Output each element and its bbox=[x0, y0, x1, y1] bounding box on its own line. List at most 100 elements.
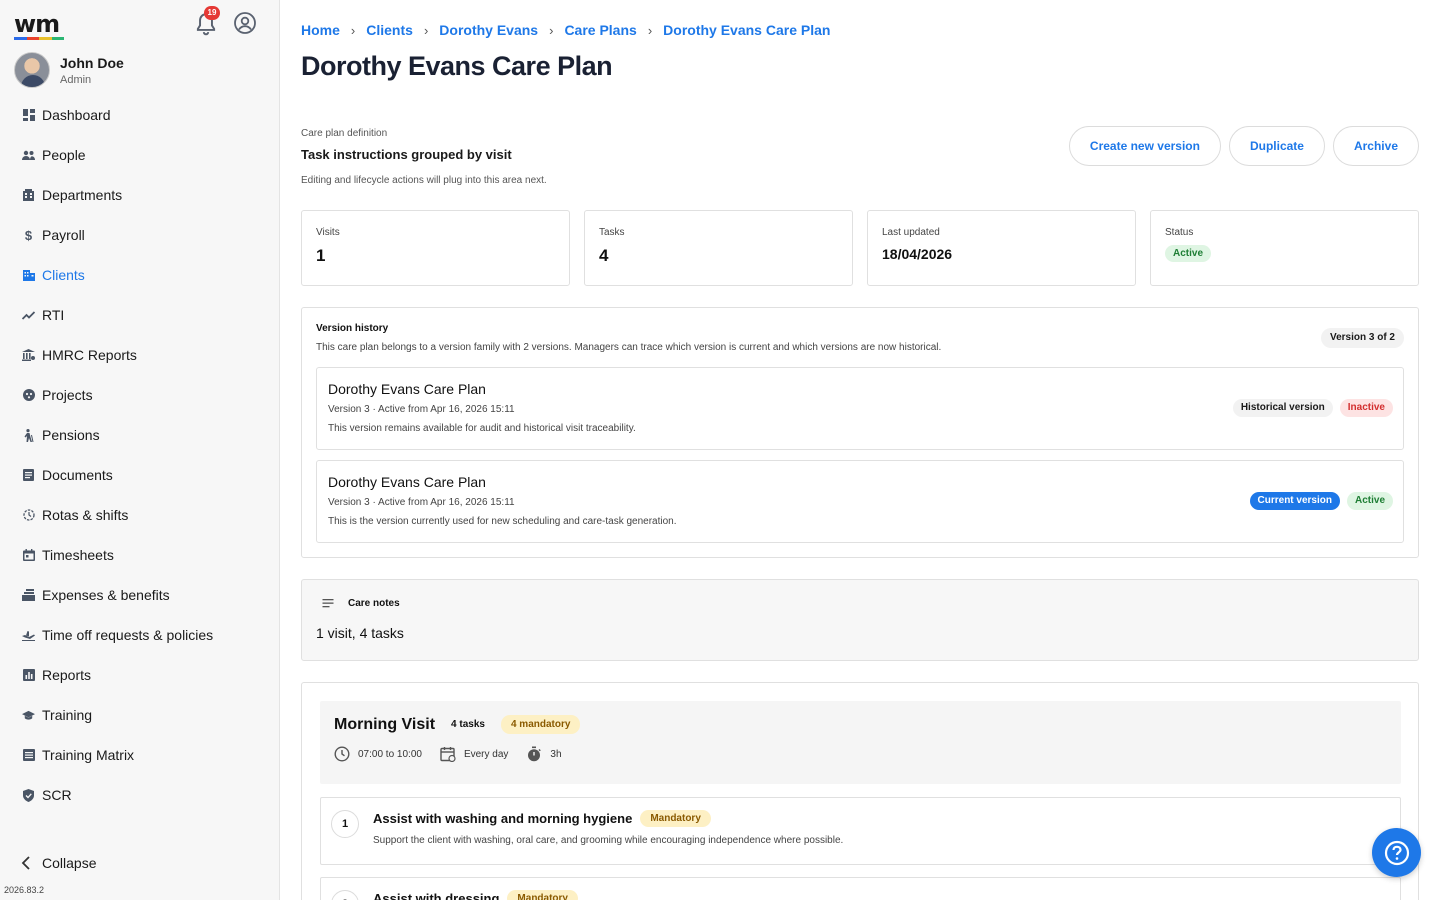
rti-icon bbox=[22, 309, 35, 322]
sidebar-item-rotas-shifts[interactable]: Rotas & shifts bbox=[0, 495, 279, 535]
sidebar-item-label: Projects bbox=[42, 387, 93, 403]
pensions-icon bbox=[22, 428, 35, 442]
create-new-version-button[interactable]: Create new version bbox=[1068, 126, 1221, 166]
mandatory-badge: Mandatory bbox=[640, 810, 711, 827]
help-button[interactable] bbox=[1372, 828, 1421, 877]
version-count-badge: Version 3 of 2 bbox=[1320, 328, 1404, 348]
sidebar-item-label: Departments bbox=[42, 187, 123, 203]
collapse-sidebar-button[interactable]: Collapse bbox=[20, 855, 96, 871]
version-card-historical[interactable]: Dorothy Evans Care Plan Version 3 · Acti… bbox=[316, 367, 1404, 450]
time-off-icon bbox=[22, 629, 35, 642]
collapse-label: Collapse bbox=[42, 855, 97, 871]
sidebar-item-label: Training bbox=[42, 707, 93, 723]
chevron-right-icon: › bbox=[549, 22, 554, 38]
stat-label: Last updated bbox=[882, 227, 940, 238]
notes-icon bbox=[322, 599, 334, 608]
version-history-description: This care plan belongs to a version fami… bbox=[316, 342, 942, 353]
sidebar-item-label: Pensions bbox=[42, 427, 100, 443]
sidebar-item-scr[interactable]: SCR bbox=[0, 775, 279, 815]
sidebar-item-reports[interactable]: Reports bbox=[0, 655, 279, 695]
sidebar-item-training-matrix[interactable]: Training Matrix bbox=[0, 735, 279, 775]
calendar-repeat-icon bbox=[440, 747, 456, 762]
task-title: Assist with washing and morning hygiene bbox=[373, 811, 633, 826]
duplicate-button[interactable]: Duplicate bbox=[1228, 126, 1325, 166]
user-role: Admin bbox=[60, 73, 92, 86]
sidebar-item-label: Expenses & benefits bbox=[42, 587, 170, 603]
breadcrumb-clients[interactable]: Clients bbox=[366, 22, 413, 38]
sidebar-item-pensions[interactable]: Pensions bbox=[0, 415, 279, 455]
training-icon bbox=[22, 709, 35, 722]
timesheets-icon bbox=[22, 549, 35, 562]
sidebar-item-label: Documents bbox=[42, 467, 113, 483]
action-buttons: Create new version Duplicate Archive bbox=[1068, 126, 1419, 166]
sidebar-item-departments[interactable]: Departments bbox=[0, 175, 279, 215]
archive-button[interactable]: Archive bbox=[1332, 126, 1419, 166]
sidebar-item-timesheets[interactable]: Timesheets bbox=[0, 535, 279, 575]
task-item[interactable]: 1 Assist with washing and morning hygien… bbox=[320, 797, 1401, 865]
task-item[interactable]: 2 Assist with dressing Mandatory bbox=[320, 877, 1401, 900]
version-state-badge: Inactive bbox=[1339, 399, 1393, 417]
departments-icon bbox=[22, 189, 35, 202]
help-icon bbox=[1384, 840, 1409, 865]
breadcrumb-care-plans[interactable]: Care Plans bbox=[564, 22, 636, 38]
mandatory-count-badge: 4 mandatory bbox=[500, 715, 581, 734]
rotas-icon bbox=[22, 509, 35, 522]
visit-duration: 3h bbox=[526, 746, 562, 762]
sidebar-item-label: Training Matrix bbox=[42, 747, 135, 763]
user-profile[interactable]: John Doe Admin bbox=[14, 52, 124, 88]
account-circle-icon[interactable] bbox=[233, 11, 257, 35]
visit-time: 07:00 to 10:00 bbox=[334, 746, 422, 762]
sidebar-item-label: Dashboard bbox=[42, 107, 111, 123]
sidebar-item-rti[interactable]: RTI bbox=[0, 295, 279, 335]
visit-frequency-text: Every day bbox=[463, 748, 509, 760]
sidebar-item-label: HMRC Reports bbox=[42, 347, 137, 363]
sidebar-item-time-off[interactable]: Time off requests & policies bbox=[0, 615, 279, 655]
care-notes-summary: 1 visit, 4 tasks bbox=[316, 625, 404, 641]
breadcrumb-current[interactable]: Dorothy Evans Care Plan bbox=[663, 22, 830, 38]
sidebar-item-training[interactable]: Training bbox=[0, 695, 279, 735]
logo[interactable]: wm bbox=[14, 12, 64, 40]
breadcrumb-home[interactable]: Home bbox=[301, 22, 340, 38]
stat-visits: Visits 1 bbox=[301, 210, 570, 286]
stat-value: 4 bbox=[599, 246, 609, 265]
breadcrumb: Home › Clients › Dorothy Evans › Care Pl… bbox=[301, 22, 830, 38]
stopwatch-icon bbox=[528, 746, 542, 762]
training-matrix-icon bbox=[22, 749, 35, 762]
logo-text: wm bbox=[14, 10, 60, 38]
visit-header[interactable]: Morning Visit 4 tasks 4 mandatory 07:00 … bbox=[320, 701, 1401, 784]
version-kind-badge: Historical version bbox=[1232, 399, 1333, 417]
version-note: This version remains available for audit… bbox=[328, 423, 636, 434]
sidebar-item-documents[interactable]: Documents bbox=[0, 455, 279, 495]
visit-task-count: 4 tasks bbox=[451, 719, 485, 730]
breadcrumb-client[interactable]: Dorothy Evans bbox=[439, 22, 538, 38]
sidebar-item-clients[interactable]: Clients bbox=[0, 255, 279, 295]
app-root: wm 19 John Doe Admin Dashboard People De… bbox=[0, 0, 1440, 900]
dashboard-icon bbox=[22, 109, 35, 122]
chevron-right-icon: › bbox=[350, 22, 356, 38]
definition-note: Editing and lifecycle actions will plug … bbox=[301, 175, 547, 186]
version-card-current[interactable]: Dorothy Evans Care Plan Version 3 · Acti… bbox=[316, 460, 1404, 543]
status-badge: Active bbox=[1165, 245, 1212, 262]
task-number: 1 bbox=[331, 810, 359, 838]
scr-icon bbox=[22, 788, 35, 802]
sidebar-item-label: Time off requests & policies bbox=[42, 627, 214, 643]
version-title: Dorothy Evans Care Plan bbox=[328, 381, 486, 397]
sidebar-item-label: SCR bbox=[42, 787, 72, 803]
sidebar-item-hmrc-reports[interactable]: HMRC Reports bbox=[0, 335, 279, 375]
chevron-right-icon: › bbox=[647, 22, 653, 38]
page-title: Dorothy Evans Care Plan bbox=[301, 51, 613, 81]
version-kind-badge: Current version bbox=[1249, 492, 1340, 510]
stat-value: 18/04/2026 bbox=[882, 246, 953, 262]
sidebar-item-people[interactable]: People bbox=[0, 135, 279, 175]
stat-label: Visits bbox=[316, 227, 340, 238]
projects-icon bbox=[22, 389, 35, 402]
sidebar-item-payroll[interactable]: $ Payroll bbox=[0, 215, 279, 255]
visit-title: Morning Visit bbox=[334, 715, 436, 733]
version-history-title: Version history bbox=[316, 323, 389, 334]
sidebar-item-projects[interactable]: Projects bbox=[0, 375, 279, 415]
task-description: Support the client with washing, oral ca… bbox=[373, 835, 844, 846]
visit-frequency: Every day bbox=[440, 746, 508, 762]
sidebar-item-dashboard[interactable]: Dashboard bbox=[0, 95, 279, 135]
sidebar-item-expenses-benefits[interactable]: Expenses & benefits bbox=[0, 575, 279, 615]
expenses-icon bbox=[22, 589, 35, 602]
